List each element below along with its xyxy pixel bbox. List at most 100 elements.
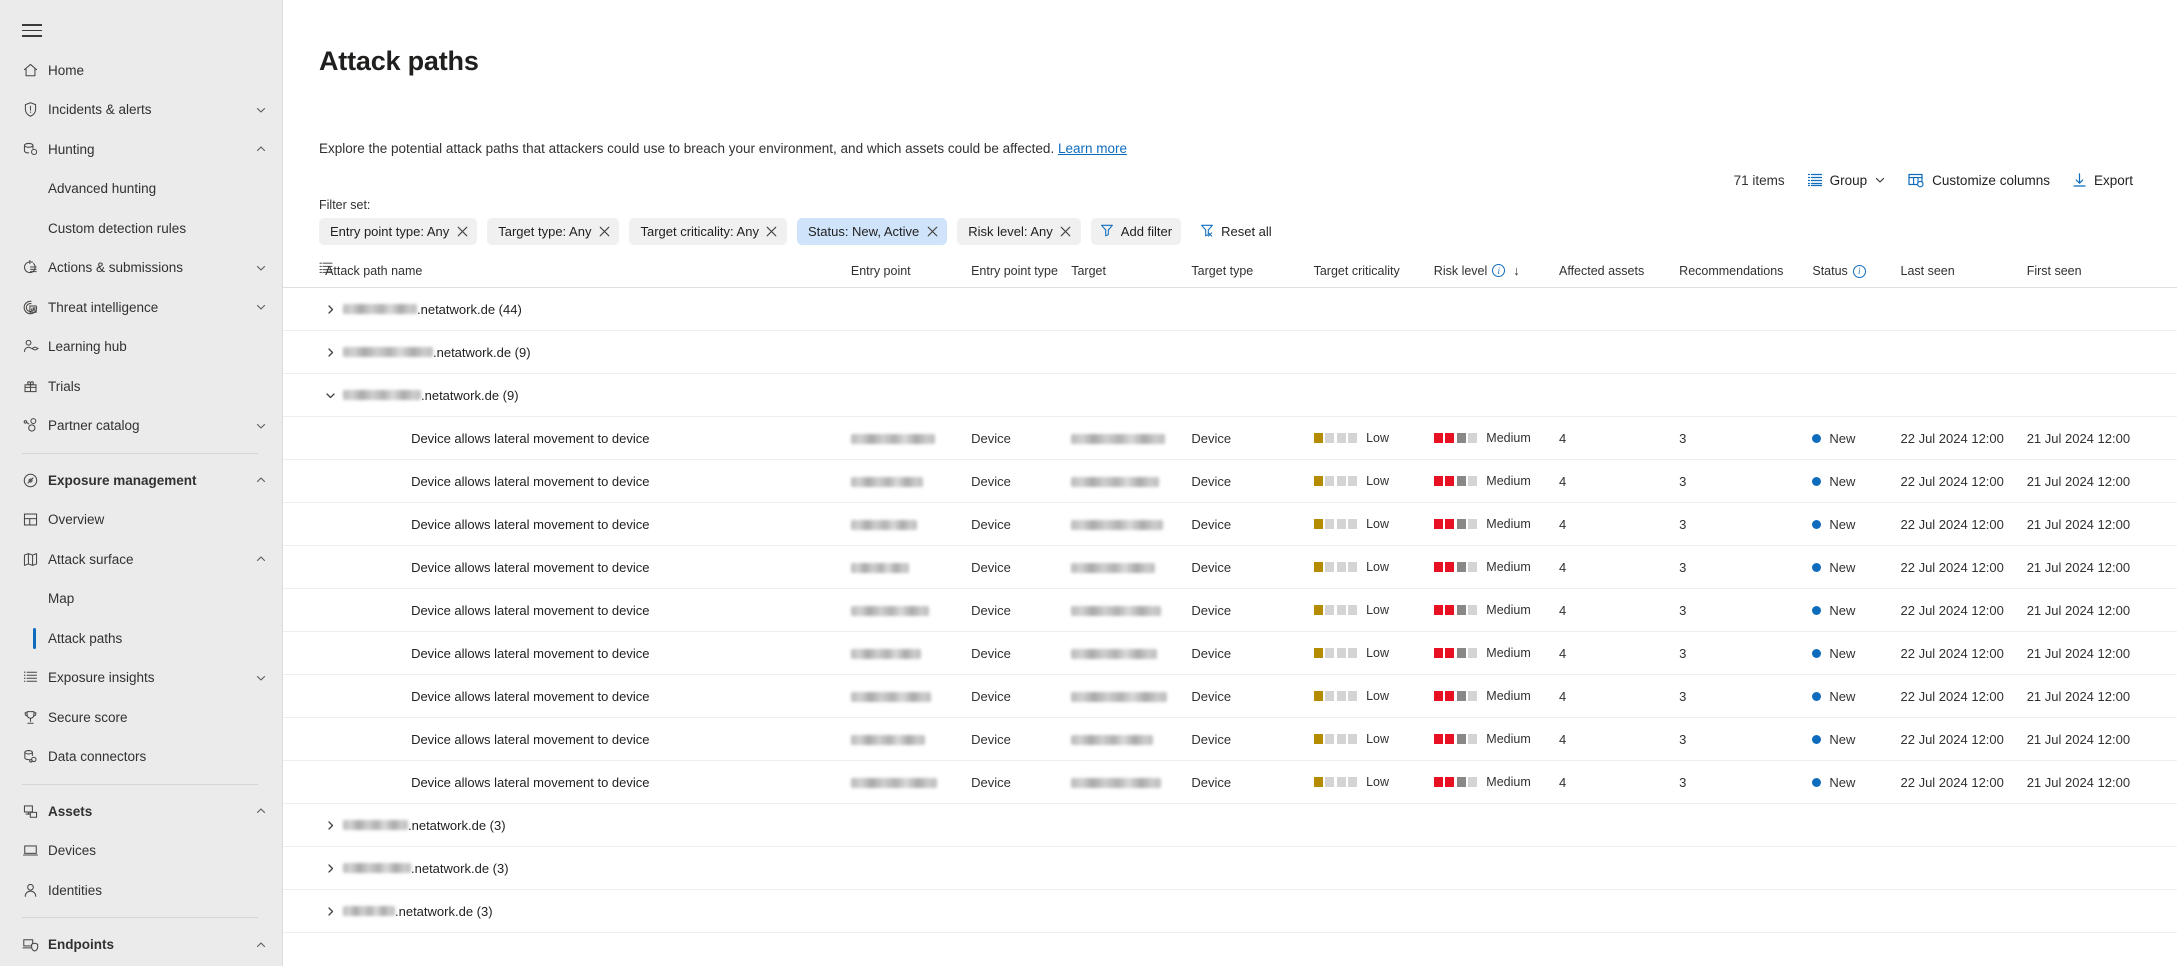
close-icon[interactable] [1053, 218, 1079, 245]
close-icon[interactable] [591, 218, 617, 245]
close-icon[interactable] [759, 218, 785, 245]
sidebar-item-exposure-insights[interactable]: Exposure insights [0, 658, 282, 698]
sidebar-item-label: Trials [48, 378, 81, 394]
cell-risk-level: Medium [1433, 416, 1559, 461]
sidebar-item-learning-hub[interactable]: Learning hub [0, 327, 282, 367]
status-label: New [1829, 774, 1856, 790]
chevron-right-icon[interactable] [317, 819, 343, 832]
group-button[interactable]: Group [1807, 172, 1887, 188]
th-recommendations[interactable]: Recommendations [1679, 255, 1813, 289]
table-row[interactable]: Device allows lateral movement to device… [283, 459, 2177, 504]
th-affected-assets[interactable]: Affected assets [1558, 255, 1680, 289]
sidebar-item-custom-detection-rules[interactable]: Custom detection rules [0, 209, 282, 249]
sort-descending-icon[interactable]: ↓ [1513, 263, 1520, 278]
chevron-down-icon[interactable] [254, 301, 268, 313]
cell-last-seen: 22 Jul 2024 12:00 [1900, 459, 2027, 504]
sidebar-item-endpoints[interactable]: Endpoints [0, 925, 282, 965]
sidebar-item-label: Identities [48, 882, 103, 898]
group-cell: .netatwork.de (9) [283, 373, 2177, 418]
sidebar-item-threat-intelligence[interactable]: Threat intelligence [0, 288, 282, 328]
th-entry-point[interactable]: Entry point [850, 255, 972, 289]
table-row[interactable]: Device allows lateral movement to device… [283, 545, 2177, 590]
sidebar-item-devices[interactable]: Devices [0, 831, 282, 871]
sidebar-item-attack-surface[interactable]: Attack surface [0, 540, 282, 580]
th-target[interactable]: Target [1071, 255, 1192, 289]
sidebar-item-hunting[interactable]: Hunting [0, 130, 282, 170]
table-group-row[interactable]: .netatwork.de (9) [283, 373, 2177, 418]
chevron-up-icon[interactable] [254, 553, 268, 565]
sidebar-item-data-connectors[interactable]: Data connectors [0, 737, 282, 777]
chevron-up-icon[interactable] [254, 805, 268, 817]
filter-chip[interactable]: Target criticality: Any [629, 218, 787, 246]
add-filter-button[interactable]: Add filter [1090, 218, 1182, 246]
table-row[interactable]: Device allows lateral movement to device… [283, 631, 2177, 676]
table-row[interactable]: Device allows lateral movement to device… [283, 717, 2177, 762]
close-icon[interactable] [449, 218, 475, 245]
table-row[interactable]: Device allows lateral movement to device… [283, 760, 2177, 805]
table-row[interactable]: Device allows lateral movement to device… [283, 674, 2177, 719]
table-group-row[interactable]: .netatwork.de (44) [283, 287, 2177, 332]
customize-columns-button[interactable]: Customize columns [1908, 172, 2050, 188]
sidebar-item-assets[interactable]: Assets [0, 792, 282, 832]
th-target-criticality[interactable]: Target criticality [1313, 255, 1434, 289]
sidebar-item-attack-paths[interactable]: Attack paths [0, 619, 282, 659]
sidebar-item-overview[interactable]: Overview [0, 500, 282, 540]
chevron-right-icon[interactable] [317, 862, 343, 875]
table-group-row[interactable]: .netatwork.de (3) [283, 803, 2177, 848]
th-status[interactable]: Status i [1812, 255, 1901, 289]
sidebar-item-incidents-alerts[interactable]: Incidents & alerts [0, 90, 282, 130]
chevron-down-icon[interactable] [317, 389, 343, 402]
cell-spacer [283, 588, 326, 633]
filter-chip[interactable]: Status: New, Active [796, 218, 948, 246]
th-last-seen[interactable]: Last seen [1900, 255, 2027, 289]
sidebar-item-secure-score[interactable]: Secure score [0, 698, 282, 738]
table-group-row[interactable]: .netatwork.de (3) [283, 889, 2177, 934]
row-options-icon[interactable] [283, 255, 333, 289]
sidebar-item-home[interactable]: Home [0, 51, 282, 91]
table-group-row[interactable]: .netatwork.de (9) [283, 330, 2177, 375]
sidebar-item-identities[interactable]: Identities [0, 871, 282, 911]
th-entry-point-type[interactable]: Entry point type [971, 255, 1072, 289]
chevron-up-icon[interactable] [254, 474, 268, 486]
filter-chip[interactable]: Target type: Any [487, 218, 620, 246]
th-first-seen[interactable]: First seen [2026, 255, 2177, 289]
chevron-up-icon[interactable] [254, 939, 268, 951]
close-icon[interactable] [919, 218, 945, 245]
filter-chip[interactable]: Risk level: Any [957, 218, 1081, 246]
table-row[interactable]: Device allows lateral movement to device… [283, 416, 2177, 461]
th-risk-level[interactable]: Risk level i ↓ [1433, 255, 1559, 289]
chevron-down-icon[interactable] [254, 672, 268, 684]
filter-chip[interactable]: Entry point type: Any [319, 218, 478, 246]
chevron-right-icon[interactable] [317, 303, 343, 316]
export-button[interactable]: Export [2072, 172, 2133, 188]
table-row[interactable]: Device allows lateral movement to device… [283, 502, 2177, 547]
chevron-down-icon[interactable] [254, 262, 268, 274]
info-icon[interactable]: i [1492, 264, 1506, 278]
cell-target-type: Device [1191, 674, 1314, 719]
th-attack-path-name[interactable]: Attack path name [325, 255, 851, 289]
chevron-right-icon[interactable] [317, 346, 343, 359]
th-target-type[interactable]: Target type [1191, 255, 1314, 289]
sidebar-item-partner-catalog[interactable]: Partner catalog [0, 406, 282, 446]
sidebar-item-actions-submissions[interactable]: Actions & submissions [0, 248, 282, 288]
chevron-down-icon[interactable] [254, 104, 268, 116]
sidebar-item-map[interactable]: Map [0, 579, 282, 619]
cell-target-criticality: Low [1313, 545, 1434, 590]
cell-attack-path-name: Device allows lateral movement to device [325, 416, 851, 461]
reset-all-button[interactable]: Reset all [1191, 218, 1281, 245]
chevron-right-icon[interactable] [317, 905, 343, 918]
hamburger-menu-icon[interactable] [0, 8, 282, 51]
chevron-down-icon[interactable] [254, 420, 268, 432]
sidebar-item-exposure-management[interactable]: Exposure management [0, 461, 282, 501]
chevron-up-icon[interactable] [254, 143, 268, 155]
table-group-row[interactable]: .netatwork.de (3) [283, 846, 2177, 891]
info-icon[interactable]: i [1852, 264, 1866, 278]
cell-status: New [1812, 760, 1901, 805]
learn-more-link[interactable]: Learn more [1058, 141, 1127, 156]
sidebar-item-trials[interactable]: Trials [0, 367, 282, 407]
cell-affected-assets: 4 [1558, 717, 1680, 762]
table-row[interactable]: Device allows lateral movement to device… [283, 588, 2177, 633]
sidebar-item-advanced-hunting[interactable]: Advanced hunting [0, 169, 282, 209]
sidebar-divider [22, 917, 258, 918]
severity-bars [1433, 691, 1478, 702]
